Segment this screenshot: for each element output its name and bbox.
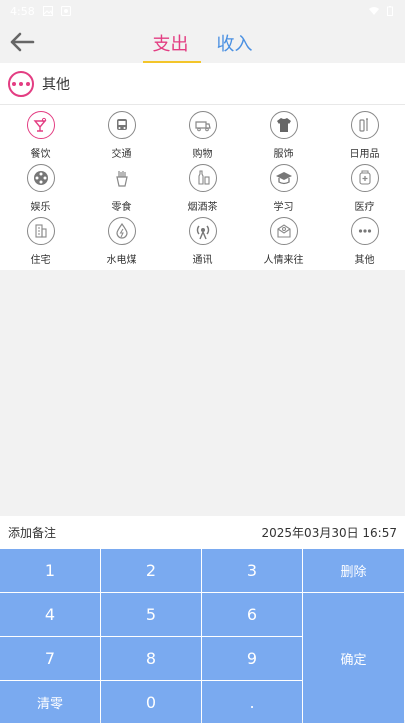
key-6[interactable]: 6 (202, 593, 302, 636)
film-reel-icon (26, 164, 55, 192)
building-icon (26, 217, 55, 245)
category-label: 娱乐 (30, 202, 51, 213)
tab-income[interactable]: 收入 (209, 22, 261, 63)
add-note-input[interactable]: 添加备注 (8, 524, 56, 541)
category-label: 医疗 (354, 202, 375, 213)
category-shopping[interactable]: 购物 (162, 111, 243, 164)
key-9[interactable]: 9 (202, 637, 302, 680)
note-bar: 添加备注 2025年03月30日 16:57 (0, 516, 405, 549)
back-button[interactable] (8, 28, 36, 56)
key-4[interactable]: 4 (0, 593, 100, 636)
key-3[interactable]: 3 (202, 549, 302, 592)
category-label: 水电煤 (106, 255, 137, 266)
key-2[interactable]: 2 (101, 549, 201, 592)
shopping-cart-icon (188, 111, 217, 139)
selected-category-label: 其他 (42, 76, 70, 93)
key-8[interactable]: 8 (101, 637, 201, 680)
category-transport[interactable]: 交通 (81, 111, 162, 164)
tab-income-label: 收入 (216, 33, 253, 55)
category-grid: 餐饮 交通 购物 服饰 日用品 娱乐 零食 烟酒茶 学习 医疗 住宅 水电煤 通… (0, 105, 405, 270)
bottle-icon (188, 164, 217, 192)
category-label: 购物 (192, 149, 213, 160)
category-label: 人情来往 (263, 255, 304, 266)
category-snacks[interactable]: 零食 (81, 164, 162, 217)
letter-icon (269, 217, 298, 245)
antenna-icon (188, 217, 217, 245)
category-label: 交通 (111, 149, 132, 160)
keypad: 1 2 3 删除 4 5 6 确定 7 8 9 清零 0 . (0, 549, 405, 723)
battery-icon (387, 6, 393, 16)
category-label: 住宅 (30, 255, 51, 266)
category-social-gifts[interactable]: 人情来往 (243, 217, 324, 270)
key-5[interactable]: 5 (101, 593, 201, 636)
category-clothing[interactable]: 服饰 (243, 111, 324, 164)
category-label: 日用品 (349, 149, 380, 160)
status-bar: 4:58 (0, 0, 405, 22)
status-time: 4:58 (10, 4, 35, 18)
category-housing[interactable]: 住宅 (0, 217, 81, 270)
image-notification-icon (42, 6, 53, 16)
shirt-icon (269, 111, 298, 139)
key-0[interactable]: 0 (101, 681, 201, 723)
key-1[interactable]: 1 (0, 549, 100, 592)
dining-icon (26, 111, 55, 139)
category-label: 餐饮 (30, 149, 51, 160)
wifi-icon (369, 7, 379, 15)
category-utilities[interactable]: 水电煤 (81, 217, 162, 270)
category-label: 通讯 (192, 255, 213, 266)
category-label: 学习 (273, 202, 294, 213)
category-label: 烟酒茶 (187, 202, 218, 213)
bus-icon (107, 111, 136, 139)
category-other[interactable]: 其他 (324, 217, 405, 270)
key-decimal[interactable]: . (202, 681, 302, 723)
category-study[interactable]: 学习 (243, 164, 324, 217)
category-label: 服饰 (273, 149, 294, 160)
category-dining[interactable]: 餐饮 (0, 111, 81, 164)
graduation-cap-icon (269, 164, 298, 192)
category-entertainment[interactable]: 娱乐 (0, 164, 81, 217)
fries-icon (108, 164, 136, 192)
daily-goods-icon (350, 111, 379, 139)
date-time-picker[interactable]: 2025年03月30日 16:57 (262, 524, 397, 541)
category-communication[interactable]: 通讯 (162, 217, 243, 270)
water-drop-icon (107, 217, 136, 245)
category-tobacco-alcohol-tea[interactable]: 烟酒茶 (162, 164, 243, 217)
arrow-left-icon (10, 32, 35, 52)
category-medical[interactable]: 医疗 (324, 164, 405, 217)
selected-category: 其他 (0, 63, 405, 105)
confirm-button[interactable]: 确定 (303, 593, 404, 723)
more-dots-icon (350, 217, 379, 245)
tab-expense[interactable]: 支出 (142, 22, 201, 63)
medical-icon (350, 164, 379, 192)
key-7[interactable]: 7 (0, 637, 100, 680)
header: 支出 收入 (0, 22, 405, 63)
tab-expense-label: 支出 (152, 33, 189, 55)
category-daily-goods[interactable]: 日用品 (324, 111, 405, 164)
category-label: 零食 (111, 202, 132, 213)
category-label: 其他 (354, 255, 375, 266)
delete-button[interactable]: 删除 (303, 549, 404, 592)
more-dots-icon (8, 70, 34, 97)
type-tabs: 支出 收入 (0, 22, 405, 63)
clear-button[interactable]: 清零 (0, 681, 100, 723)
app-notification-icon (60, 6, 71, 16)
